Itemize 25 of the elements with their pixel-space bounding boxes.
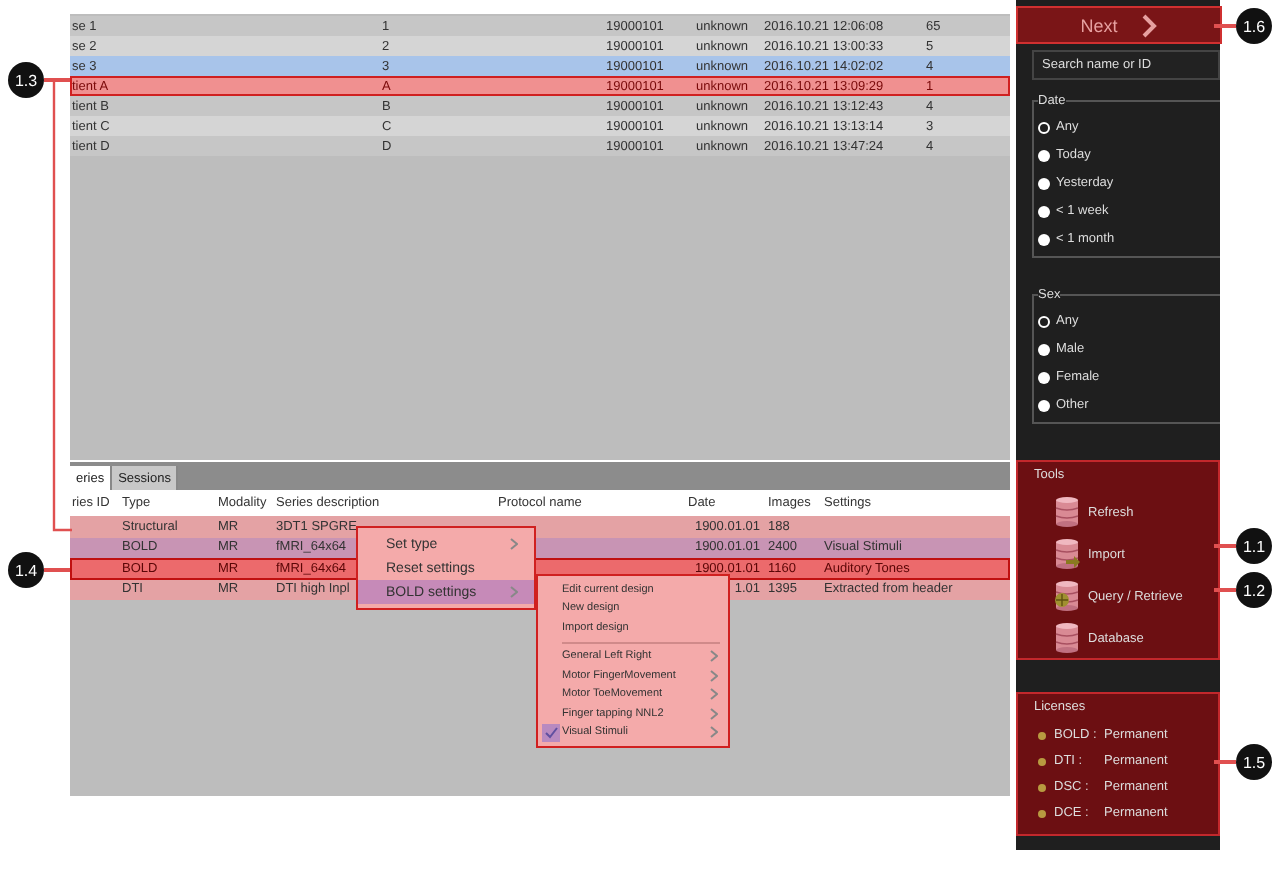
leader-line: [44, 568, 70, 572]
radio-button[interactable]: [1038, 205, 1050, 217]
radio-button[interactable]: [1038, 121, 1050, 133]
callout-badge: 1.1: [1236, 528, 1272, 564]
radio-button[interactable]: [1038, 315, 1050, 327]
chevron-icon: [1141, 13, 1158, 37]
status-dot: [1038, 809, 1046, 817]
callout-badge: 1.2: [1236, 572, 1272, 608]
database-icon: [1054, 622, 1082, 654]
callout-badge: 1.3: [8, 62, 44, 98]
database-icon: [1054, 496, 1082, 528]
radio-button[interactable]: [1038, 149, 1050, 161]
status-dot: [1038, 757, 1046, 765]
radio-button[interactable]: [1038, 343, 1050, 355]
status-dot: [1038, 731, 1046, 739]
radio-button[interactable]: [1038, 371, 1050, 383]
next-button[interactable]: Next: [1016, 6, 1222, 44]
radio-button[interactable]: [1038, 399, 1050, 411]
callout-badge: 1.6: [1236, 8, 1272, 44]
callout-badge: 1.5: [1236, 744, 1272, 780]
radio-button[interactable]: [1038, 233, 1050, 245]
radio-button[interactable]: [1038, 177, 1050, 189]
database-globe-icon: [1054, 580, 1082, 612]
callout-badge: 1.4: [8, 552, 44, 588]
status-dot: [1038, 783, 1046, 791]
